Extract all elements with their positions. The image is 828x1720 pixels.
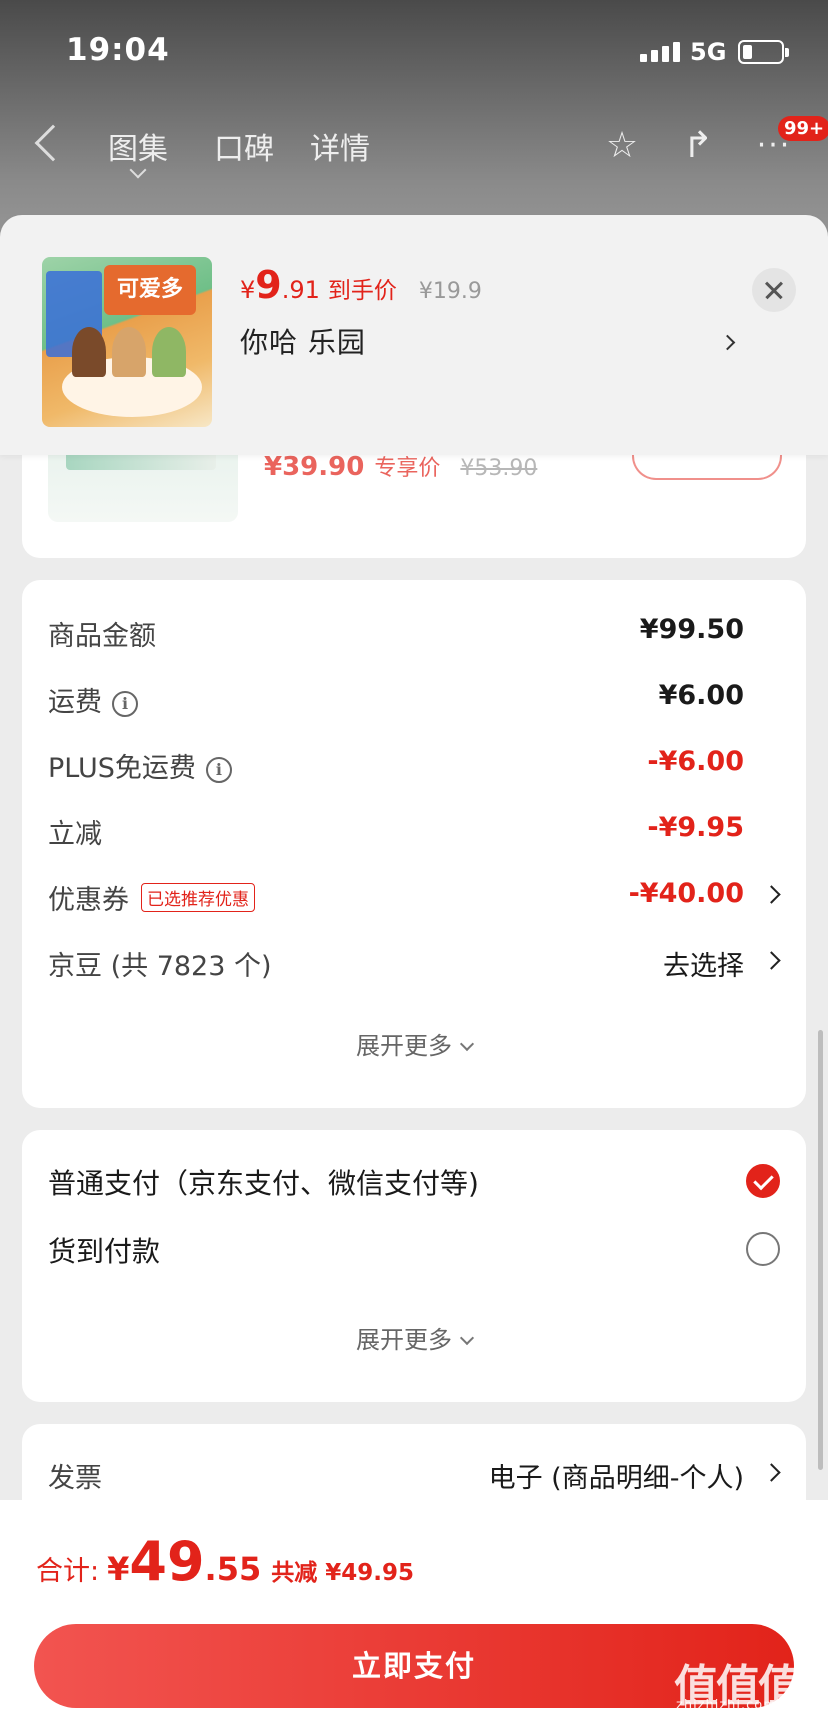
tab-reviews[interactable]: 口碑 [214,124,274,168]
invoice-value: 电子 (商品明细-个人) [488,1463,744,1494]
product-nav-bar: 图集 口碑 详情 ☆ ↱ ··· 99+ [0,110,828,190]
status-bar: 19:04 5G [0,0,828,100]
payment-option-cod[interactable]: 货到付款 [48,1230,780,1270]
chevron-right-icon[interactable] [762,885,781,904]
instant-discount-value: -¥9.95 [647,812,744,843]
order-total: 合计: ¥49.55 共减 ¥49.95 [36,1530,414,1593]
scrollbar[interactable] [818,1030,823,1470]
star-icon[interactable]: ☆ [600,124,644,168]
jingdou-select: 去选择 [663,951,744,982]
plus-discount-value: -¥6.00 [647,746,744,777]
info-icon[interactable]: i [112,691,138,717]
signal-icon [640,42,680,62]
chevron-down-icon [459,1330,475,1346]
row-plus-free-shipping: PLUS免运费 i -¥6.00 [48,746,744,784]
shop-name[interactable]: 你哈 乐园 [240,321,366,361]
coupon-value: -¥40.00 [628,878,744,909]
chevron-right-icon[interactable] [762,1463,781,1482]
network-type: 5G [690,38,727,66]
watermark-url: zhizhizhi.com [676,1698,777,1713]
expand-more-button[interactable]: 展开更多 [22,1026,806,1061]
product-summary-sheet: 可爱多 ¥9.91 到手价 ¥19.9 你哈 乐园 [0,215,828,455]
shipping-value: ¥6.00 [658,680,744,711]
checkout-bar: 合计: ¥49.55 共减 ¥49.95 立即支付 值值值 zhizhizhi.co… [0,1500,828,1720]
expand-more-button[interactable]: 展开更多 [22,1320,806,1355]
chevron-right-icon[interactable] [719,334,736,351]
message-badge: 99+ [778,116,828,141]
goods-amount-value: ¥99.50 [639,614,744,645]
coupon-tag: 已选推荐优惠 [141,883,255,912]
payment-option-normal[interactable]: 普通支付（京东支付、微信支付等) [48,1162,780,1202]
battery-icon [738,40,789,64]
price-detail-card: 商品金额 ¥99.50 运费 i ¥6.00 PLUS免运费 i -¥6.00 立减… [22,580,806,1108]
product-image[interactable]: 可爱多 [42,257,212,427]
row-shipping: 运费 i ¥6.00 [48,680,744,718]
final-price: ¥9.91 到手价 ¥19.9 [240,263,482,307]
chevron-right-icon[interactable] [762,951,781,970]
row-instant-discount: 立减 -¥9.95 [48,812,744,850]
close-icon[interactable] [752,268,796,312]
share-icon[interactable]: ↱ [676,124,720,168]
chevron-down-icon [459,1036,475,1052]
product-logo: 可爱多 [104,265,196,315]
radio-checked-icon[interactable] [746,1164,780,1198]
original-price: ¥19.9 [418,279,482,304]
row-coupon[interactable]: 优惠券 已选推荐优惠 -¥40.00 [48,878,781,918]
row-invoice[interactable]: 发票 电子 (商品明细-个人) [48,1456,781,1496]
back-icon[interactable] [34,124,72,162]
status-time: 19:04 [66,32,170,68]
total-saved: 共减 ¥49.95 [271,1560,414,1586]
row-goods-amount: 商品金额 ¥99.50 [48,614,744,652]
row-jingdou[interactable]: 京豆 (共 7823 个) 去选择 [48,944,781,984]
payment-method-card: 普通支付（京东支付、微信支付等) 货到付款 展开更多 [22,1130,806,1402]
tab-details[interactable]: 详情 [310,124,370,168]
info-icon[interactable]: i [205,757,232,783]
radio-unchecked-icon[interactable] [746,1232,780,1266]
